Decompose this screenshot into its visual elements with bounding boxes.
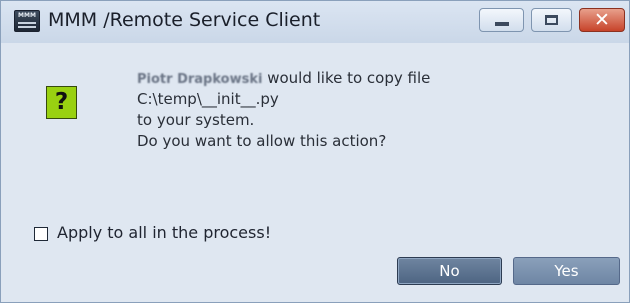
apply-all-label[interactable]: Apply to all in the process! [57, 223, 271, 242]
message-copy-text: would like to copy file [262, 69, 431, 87]
window-title: MMM /Remote Service Client [48, 9, 321, 31]
message-line-1: Piotr Drapkowski would like to copy file [137, 69, 430, 87]
question-icon: ? [46, 86, 77, 119]
apply-all-checkbox[interactable] [34, 227, 48, 241]
minimize-icon [495, 22, 509, 26]
message-line-4: Do you want to allow this action? [137, 132, 387, 150]
app-icon-bar [18, 26, 36, 28]
close-button[interactable]: ✕ [579, 8, 625, 32]
yes-button[interactable]: Yes [513, 257, 620, 285]
app-icon[interactable]: MMM [14, 10, 40, 32]
title-bar[interactable]: MMM MMM /Remote Service Client ✕ [1, 1, 629, 43]
maximize-icon [545, 15, 558, 25]
requester-name: Piotr Drapkowski [137, 72, 263, 87]
app-icon-bar [18, 22, 36, 24]
app-icon-text: MMM [18, 12, 36, 19]
no-button[interactable]: No [397, 257, 502, 285]
close-icon: ✕ [594, 9, 610, 31]
file-path: C:\temp\__init__.py [137, 90, 279, 108]
message-line-3: to your system. [137, 111, 255, 129]
dialog-window: MMM MMM /Remote Service Client ✕ ? Piotr… [0, 0, 630, 303]
minimize-button[interactable] [479, 8, 524, 32]
maximize-button[interactable] [531, 8, 572, 32]
